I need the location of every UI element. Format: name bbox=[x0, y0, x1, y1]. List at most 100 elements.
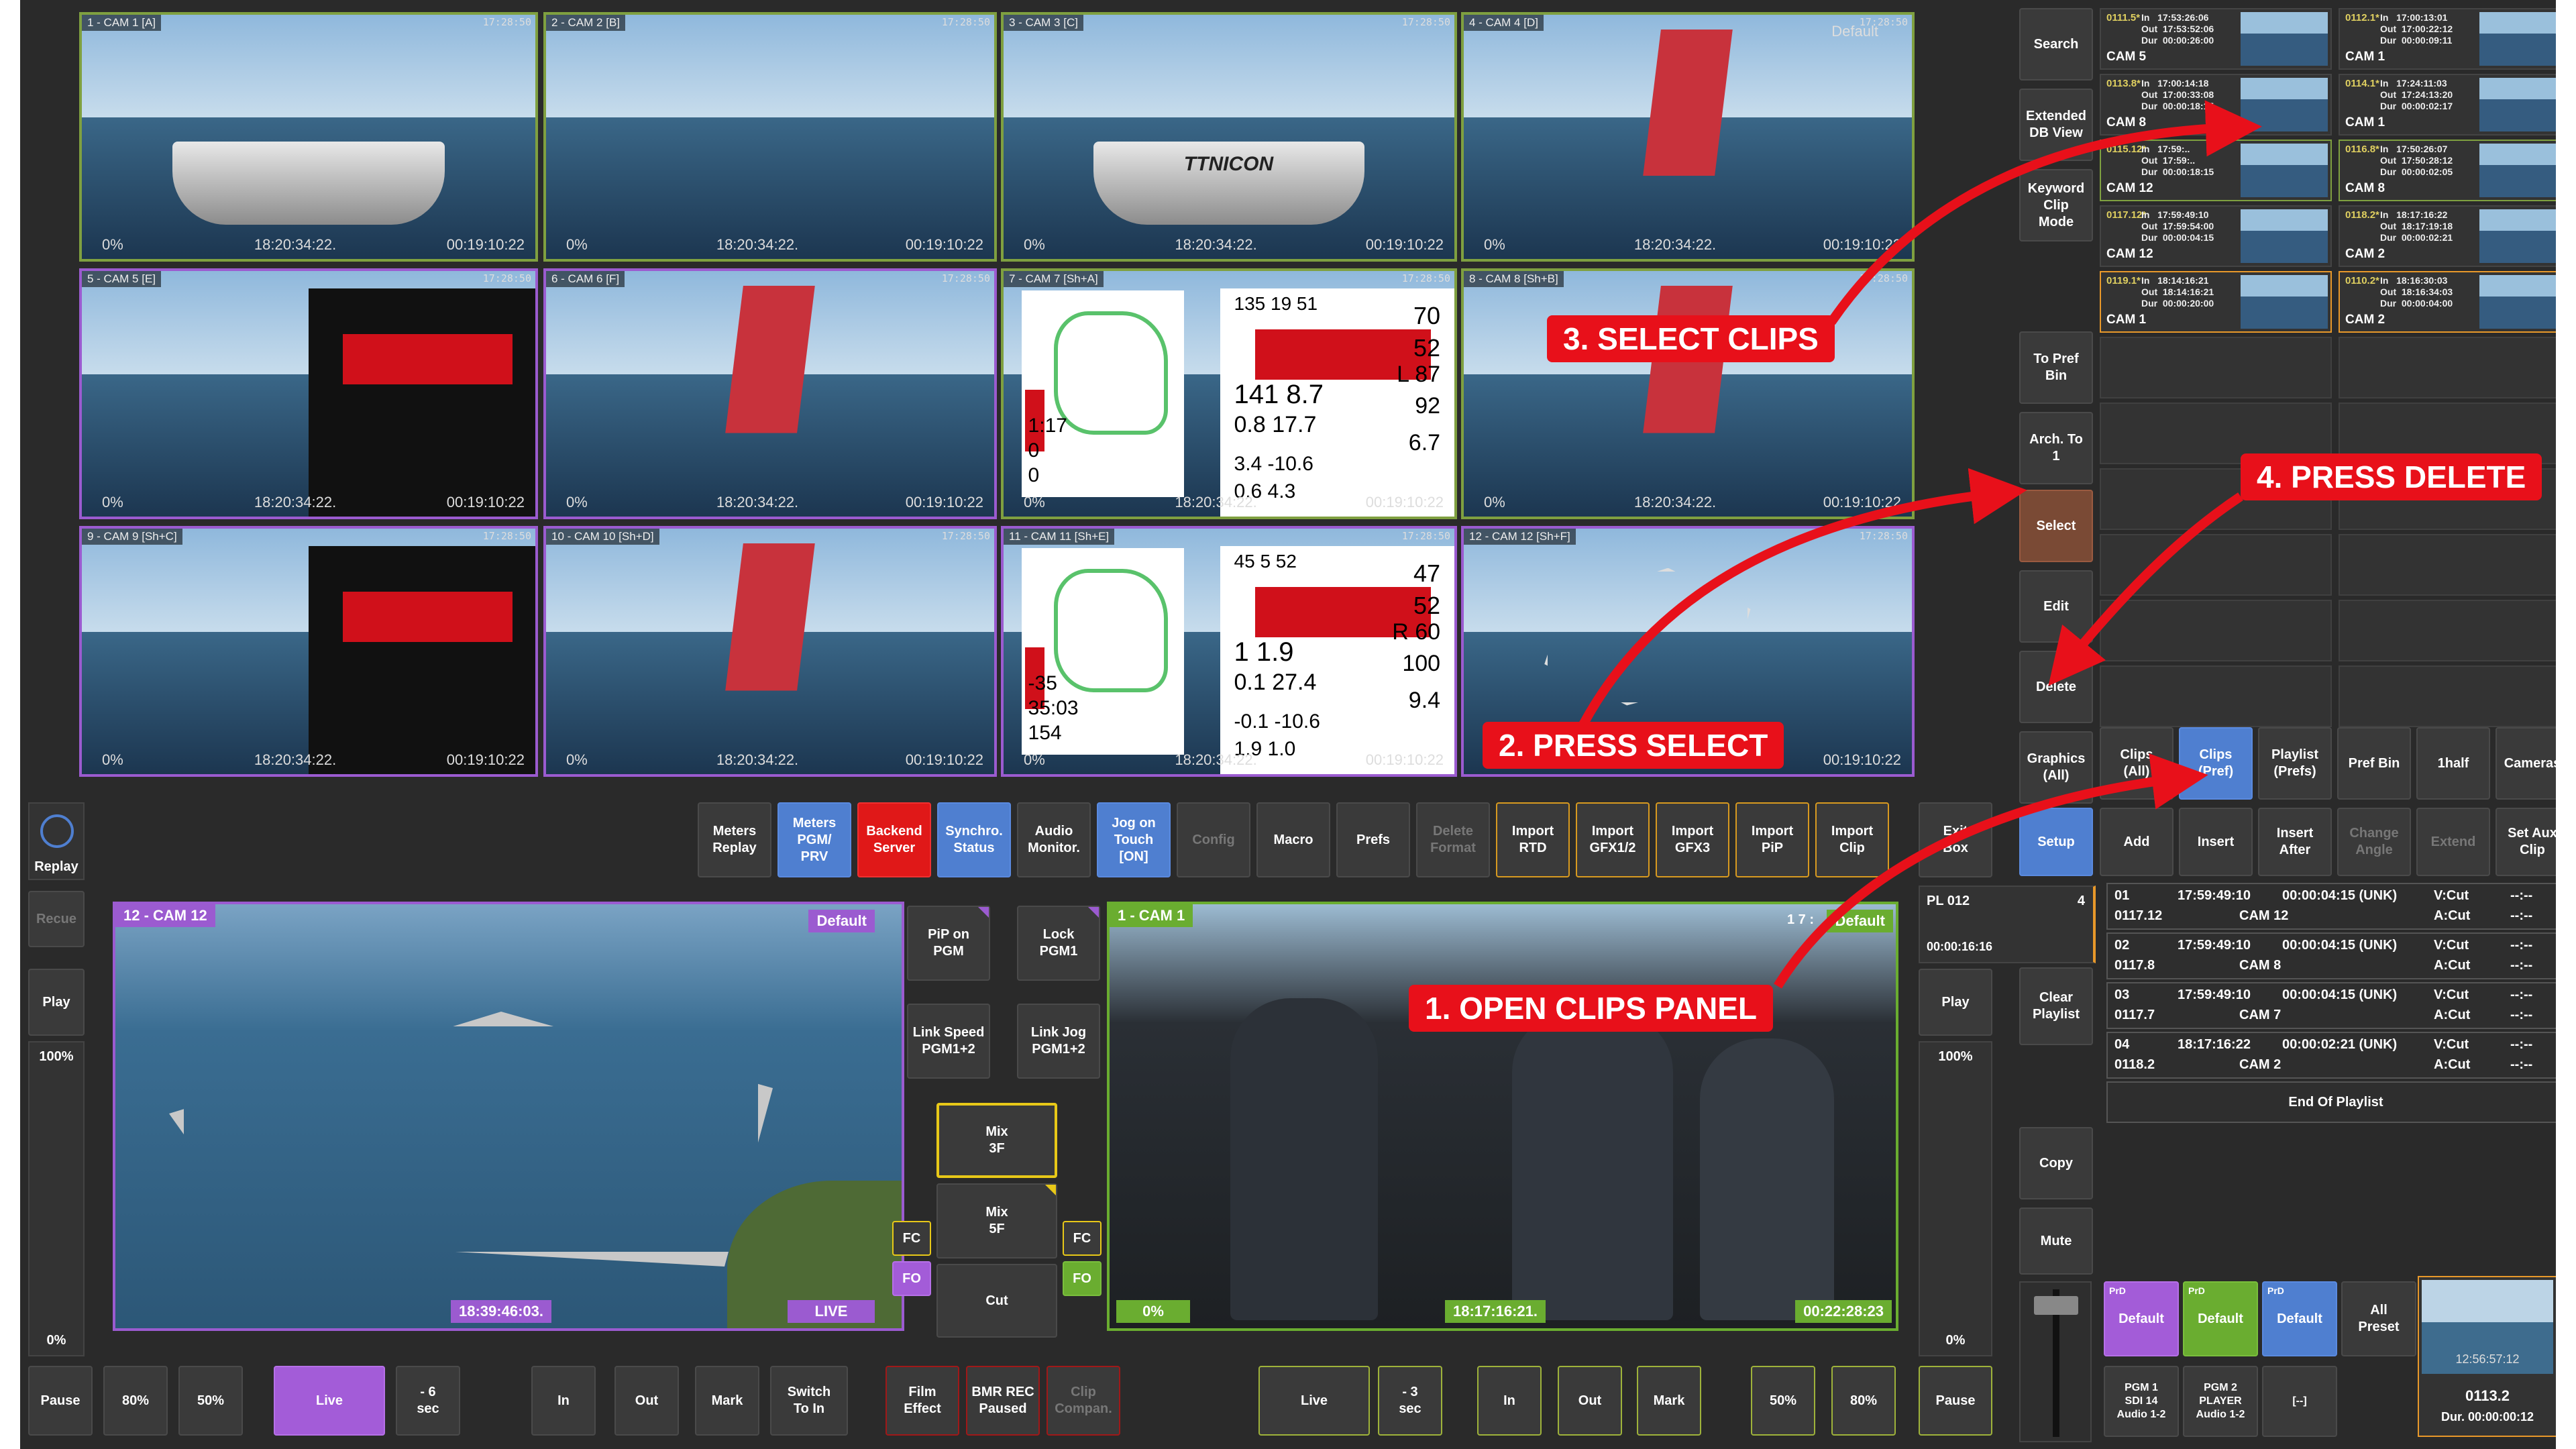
camera-tile[interactable]: 4 - CAM 4 [D] 17:28:50 0% 18:20:34:22. 00:19… bbox=[1461, 12, 1915, 262]
preset-button[interactable]: PrD Default bbox=[2104, 1281, 2179, 1356]
side-button[interactable]: Setup bbox=[2019, 808, 2093, 876]
top-button[interactable]: Delete Format bbox=[1416, 802, 1490, 877]
camera-tile[interactable]: 10 - CAM 10 [Sh+D] 17:28:50 0% 18:20:34:22.… bbox=[543, 526, 997, 777]
fo-right-button[interactable]: FO bbox=[1063, 1261, 1102, 1296]
side-button[interactable]: Select bbox=[2019, 490, 2093, 562]
top-button[interactable]: Import RTD bbox=[1496, 802, 1570, 877]
clip-cell[interactable]: 0114.1* In 17:24:11:03 Out 17:24:13:20 Du… bbox=[2339, 74, 2556, 136]
camera-tile[interactable]: 9 - CAM 9 [Sh+C] 17:28:50 0% 18:20:34:22. 00… bbox=[79, 526, 538, 777]
bottom-right-button[interactable]: Pause bbox=[1919, 1366, 1992, 1436]
bottom-left-button[interactable]: Mark bbox=[695, 1366, 759, 1436]
clip-slot-empty[interactable] bbox=[2100, 534, 2332, 596]
camera-tile[interactable]: 3 - CAM 3 [C] 17:28:50 0% 18:20:34:22. 00:19… bbox=[1001, 12, 1457, 262]
clip-tab[interactable]: 1half bbox=[2416, 727, 2490, 800]
mix-5f-button[interactable]: Mix 5F bbox=[936, 1183, 1057, 1258]
bottom-left-button[interactable]: Live bbox=[274, 1366, 385, 1436]
preset-button[interactable]: PrD Default bbox=[2262, 1281, 2337, 1356]
fc-right-button[interactable]: FC bbox=[1063, 1221, 1102, 1256]
clip-slot-empty[interactable] bbox=[2339, 665, 2556, 727]
side-button[interactable]: Keyword Clip Mode bbox=[2019, 169, 2093, 241]
side-button[interactable]: Graphics (All) bbox=[2019, 731, 2093, 804]
bottom-left-button[interactable]: Switch To In bbox=[770, 1366, 848, 1436]
output-button[interactable]: PGM 1 SDI 14 Audio 1-2 bbox=[2104, 1366, 2179, 1437]
fc-left-button[interactable]: FC bbox=[892, 1221, 931, 1256]
bottom-left-button[interactable]: 80% bbox=[103, 1366, 168, 1436]
bottom-right-button[interactable]: In bbox=[1477, 1366, 1542, 1436]
speed-lever-right[interactable]: 100% 0% bbox=[1919, 1041, 1992, 1356]
preset-button[interactable]: All Preset bbox=[2341, 1281, 2416, 1356]
clip-tab[interactable]: Cameras bbox=[2496, 727, 2556, 800]
camera-tile[interactable]: 5 - CAM 5 [E] 17:28:50 0% 18:20:34:22. 00:19… bbox=[79, 268, 538, 519]
bottom-right-button[interactable]: 50% bbox=[1751, 1366, 1815, 1436]
clip-tab[interactable]: Playlist (Prefs) bbox=[2258, 727, 2332, 800]
top-button[interactable]: Config bbox=[1177, 802, 1250, 877]
side-button[interactable]: Edit bbox=[2019, 570, 2093, 643]
clip-cell[interactable]: 0113.8* In 17:00:14:18 Out 17:00:33:08 Du… bbox=[2100, 74, 2332, 136]
preset-button[interactable]: PrD Default bbox=[2183, 1281, 2258, 1356]
recue-button[interactable]: Recue bbox=[28, 891, 85, 947]
side-button[interactable]: Delete bbox=[2019, 651, 2093, 723]
playlist-entry[interactable]: 01 0117.12 17:59:49:10 00:00:04:15 (UNK) CAM… bbox=[2106, 883, 2556, 930]
top-button[interactable]: Macro bbox=[1256, 802, 1330, 877]
top-button[interactable]: Meters PGM/ PRV bbox=[777, 802, 851, 877]
bottom-mid-button[interactable]: BMR REC Paused bbox=[966, 1366, 1040, 1436]
mix-3f-button[interactable]: Mix 3F bbox=[936, 1103, 1057, 1178]
bottom-right-button[interactable]: Mark bbox=[1637, 1366, 1701, 1436]
clip-cell[interactable]: 0117.12* In 17:59:49:10 Out 17:59:54:00 D… bbox=[2100, 205, 2332, 267]
camera-tile[interactable]: -35 35:03 154 45 5 52 47 52 1 1.9 R 60 100 0.1 27… bbox=[1001, 526, 1457, 777]
top-button[interactable]: Meters Replay bbox=[698, 802, 771, 877]
replay-jog-button[interactable]: Replay bbox=[28, 802, 85, 880]
top-button[interactable]: Audio Monitor. bbox=[1017, 802, 1091, 877]
bottom-mid-button[interactable]: Film Effect bbox=[885, 1366, 959, 1436]
clip-action[interactable]: Insert bbox=[2179, 808, 2253, 876]
player-a-preset[interactable]: Default bbox=[808, 910, 875, 932]
output-button[interactable]: [--] bbox=[2262, 1366, 2337, 1437]
top-button[interactable]: Import GFX3 bbox=[1656, 802, 1729, 877]
side-button[interactable]: Arch. To 1 bbox=[2019, 412, 2093, 484]
clip-slot-empty[interactable] bbox=[2100, 600, 2332, 661]
clip-cell[interactable]: 0110.2* In 18:16:30:03 Out 18:16:34:03 Du… bbox=[2339, 271, 2556, 333]
top-button[interactable]: Prefs bbox=[1336, 802, 1410, 877]
clip-slot-empty[interactable] bbox=[2100, 665, 2332, 727]
camera-tile[interactable]: 6 - CAM 6 [F] 17:28:50 0% 18:20:34:22. 00:19… bbox=[543, 268, 997, 519]
play-button-right[interactable]: Play bbox=[1919, 969, 1992, 1036]
bottom-left-button[interactable]: Pause bbox=[28, 1366, 93, 1436]
bottom-left-button[interactable]: In bbox=[531, 1366, 596, 1436]
output-button[interactable]: PGM 2 PLAYER Audio 1-2 bbox=[2183, 1366, 2258, 1437]
clip-tab[interactable]: Pref Bin bbox=[2337, 727, 2411, 800]
link-speed-button[interactable]: Link Speed PGM1+2 bbox=[907, 1004, 990, 1079]
side-button[interactable]: Clear Playlist bbox=[2019, 967, 2093, 1045]
clip-tab[interactable]: Clips (All) bbox=[2100, 727, 2174, 800]
top-button[interactable]: Jog on Touch [ON] bbox=[1097, 802, 1171, 877]
bottom-mid-button[interactable]: Clip Compan. bbox=[1046, 1366, 1120, 1436]
top-button[interactable]: Import PiP bbox=[1735, 802, 1809, 877]
clip-cell[interactable]: 0111.5* In 17:53:26:06 Out 17:53:52:06 Du… bbox=[2100, 8, 2332, 70]
bottom-right-button[interactable]: Out bbox=[1558, 1366, 1622, 1436]
clip-cell[interactable]: 0119.1* In 18:14:16:21 Out 18:14:16:21 Du… bbox=[2100, 271, 2332, 333]
top-button[interactable]: Import Clip bbox=[1815, 802, 1889, 877]
speed-lever-left[interactable]: 100% 0% bbox=[28, 1041, 85, 1356]
lock-pgm1-button[interactable]: Lock PGM1 bbox=[1017, 906, 1100, 981]
bottom-left-button[interactable]: 50% bbox=[178, 1366, 243, 1436]
bottom-left-button[interactable]: - 6 sec bbox=[396, 1366, 460, 1436]
side-button[interactable]: Copy bbox=[2019, 1127, 2093, 1199]
audio-fader[interactable] bbox=[2019, 1281, 2092, 1442]
fo-left-button[interactable]: FO bbox=[892, 1261, 931, 1296]
camera-tile[interactable]: 2 - CAM 2 [B] 17:28:50 0% 18:20:34:22. 00:19… bbox=[543, 12, 997, 262]
clip-action[interactable]: Extend bbox=[2416, 808, 2490, 876]
camera-tile[interactable]: 1 - CAM 1 [A] 17:28:50 0% 18:20:34:22. 00:19… bbox=[79, 12, 538, 262]
clip-slot-empty[interactable] bbox=[2339, 534, 2556, 596]
clip-slot-empty[interactable] bbox=[2339, 337, 2556, 398]
clip-cell[interactable]: 0116.8* In 17:50:26:07 Out 17:50:28:12 Du… bbox=[2339, 140, 2556, 201]
bottom-right-button[interactable]: 80% bbox=[1831, 1366, 1896, 1436]
playlist-entry[interactable]: 02 0117.8 17:59:49:10 00:00:04:15 (UNK) CAM … bbox=[2106, 932, 2556, 979]
clip-tab[interactable]: Clips (Pref) bbox=[2179, 727, 2253, 800]
bottom-right-button[interactable]: - 3 sec bbox=[1378, 1366, 1442, 1436]
playlist-entry[interactable]: 03 0117.7 17:59:49:10 00:00:04:15 (UNK) CAM … bbox=[2106, 982, 2556, 1029]
camera-tile[interactable]: 1:17 0 0 135 19 51 70 52 141 8.7 L 87 92 0.8 17.7… bbox=[1001, 268, 1457, 519]
fader-handle-icon[interactable] bbox=[2034, 1296, 2078, 1315]
side-button[interactable]: Extended DB View bbox=[2019, 89, 2093, 161]
clip-cell[interactable]: 0112.1* In 17:00:13:01 Out 17:00:22:12 Du… bbox=[2339, 8, 2556, 70]
clip-action[interactable]: Set Aux Clip bbox=[2496, 808, 2556, 876]
clip-cell[interactable]: 0118.2* In 18:17:16:22 Out 18:17:19:18 Du… bbox=[2339, 205, 2556, 267]
